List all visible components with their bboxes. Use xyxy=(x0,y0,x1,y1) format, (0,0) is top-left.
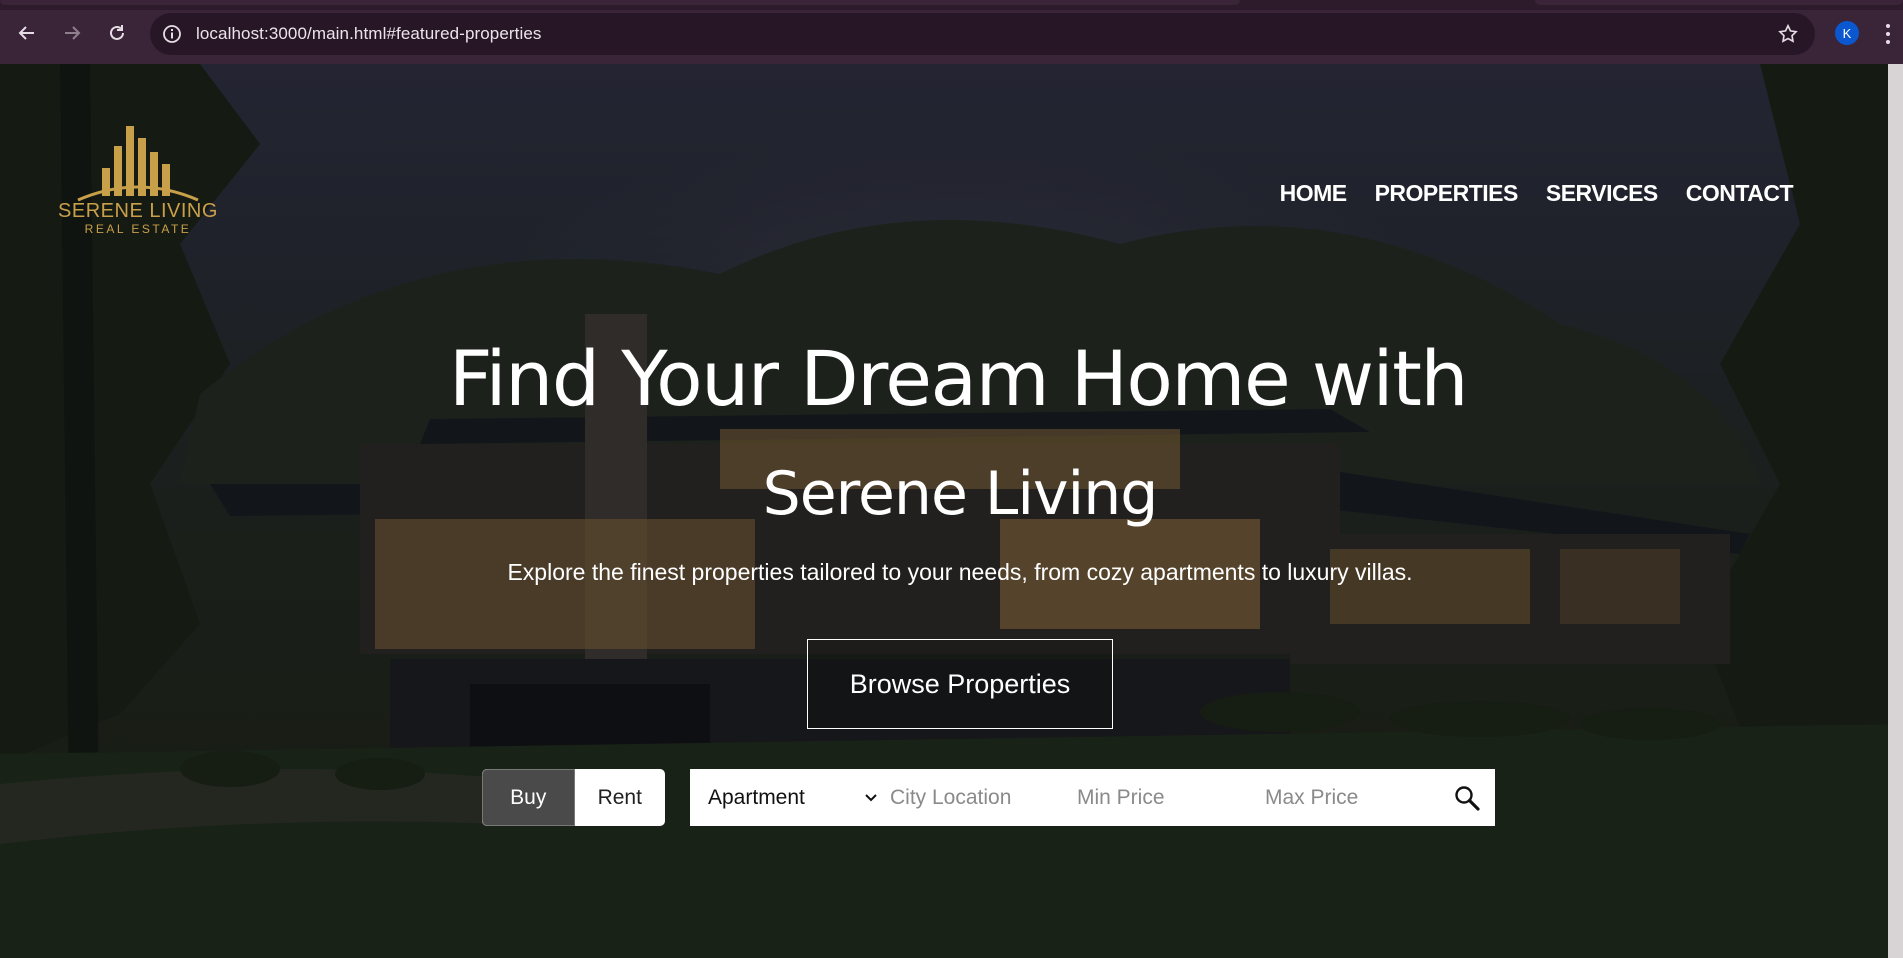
hero-section: SERENE LIVING REAL ESTATE HOME PROPERTIE… xyxy=(0,64,1903,958)
url-text[interactable]: localhost:3000/main.html#featured-proper… xyxy=(196,24,542,44)
hero-title-line-2: Serene Living xyxy=(762,459,1159,529)
tab-strip xyxy=(0,0,1903,10)
tab-edge xyxy=(1535,0,1903,5)
nav-home[interactable]: HOME xyxy=(1280,180,1348,207)
browse-properties-button[interactable]: Browse Properties xyxy=(807,639,1113,729)
hero-tagline: Explore the finest properties tailored t… xyxy=(507,559,1413,585)
search-icon[interactable] xyxy=(1453,784,1481,812)
site-logo[interactable]: SERENE LIVING REAL ESTATE xyxy=(58,118,218,238)
page-scrollbar[interactable] xyxy=(1888,64,1903,958)
tab-active-edge xyxy=(0,0,1240,5)
property-type-value: Apartment xyxy=(708,785,805,809)
property-search-bar: Apartment xyxy=(690,769,1495,826)
chevron-down-icon xyxy=(865,794,877,802)
site-info-icon[interactable] xyxy=(162,24,182,44)
nav-properties[interactable]: PROPERTIES xyxy=(1375,180,1519,207)
buy-toggle[interactable]: Buy xyxy=(482,769,575,826)
logo-subtitle: REAL ESTATE xyxy=(84,222,192,236)
main-nav: HOME PROPERTIES SERVICES CONTACT xyxy=(1280,180,1794,207)
building-logo-icon xyxy=(77,126,199,202)
forward-arrow-icon xyxy=(65,26,81,40)
browser-menu-icon[interactable] xyxy=(1884,22,1892,46)
back-arrow-icon xyxy=(18,26,34,40)
hero-title-line-1: Find Your Dream Home with xyxy=(448,334,1469,423)
address-bar[interactable]: localhost:3000/main.html#featured-proper… xyxy=(150,13,1815,55)
logo-brand-text: SERENE LIVING xyxy=(58,200,218,222)
profile-avatar[interactable]: K xyxy=(1835,21,1859,45)
nav-services[interactable]: SERVICES xyxy=(1546,180,1658,207)
nav-contact[interactable]: CONTACT xyxy=(1686,180,1794,207)
reload-icon xyxy=(110,25,124,40)
buy-rent-toggle: Buy Rent xyxy=(482,769,665,826)
bookmark-star-icon[interactable] xyxy=(1777,23,1799,45)
property-type-select[interactable]: Apartment xyxy=(708,769,878,826)
back-button[interactable] xyxy=(12,18,42,48)
max-price-input[interactable] xyxy=(1265,781,1435,814)
forward-button[interactable] xyxy=(57,18,87,48)
reload-button[interactable] xyxy=(102,18,132,48)
rent-toggle[interactable]: Rent xyxy=(575,769,666,826)
browser-chrome: localhost:3000/main.html#featured-proper… xyxy=(0,0,1903,64)
city-location-input[interactable] xyxy=(890,781,1060,814)
min-price-input[interactable] xyxy=(1077,781,1247,814)
